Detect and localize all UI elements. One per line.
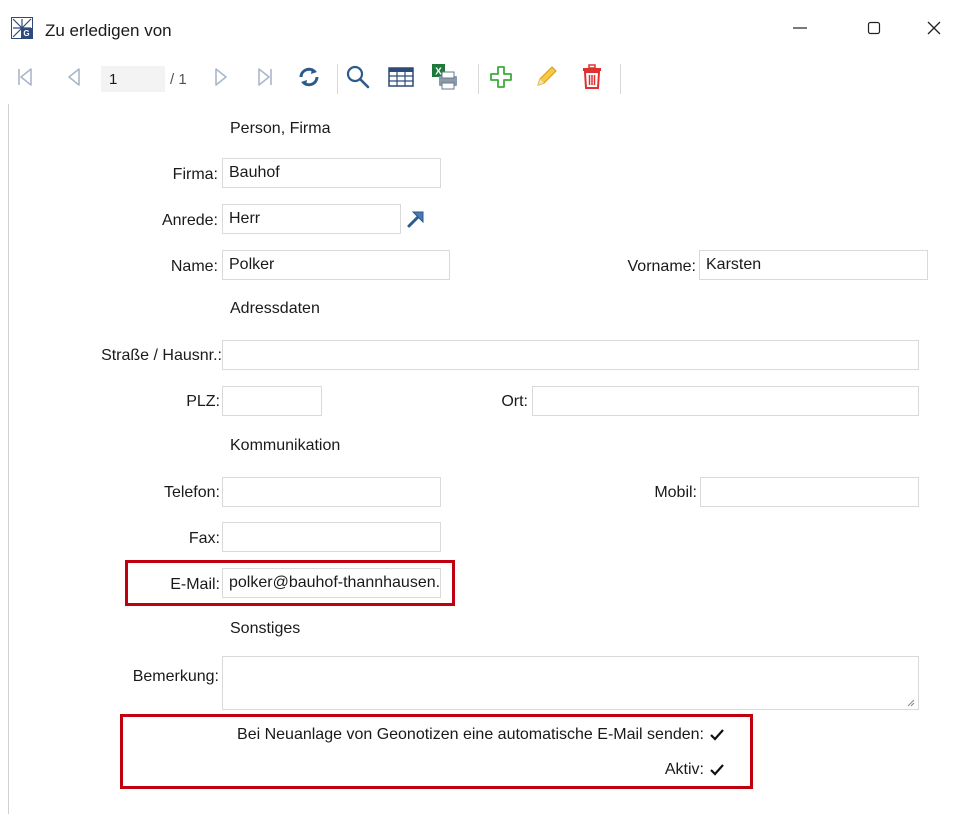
close-icon (927, 21, 941, 35)
refresh-icon (299, 67, 319, 87)
search-icon (346, 65, 370, 89)
toolbar-separator (337, 64, 338, 94)
prev-page-icon (68, 68, 80, 86)
add-button[interactable] (486, 62, 516, 92)
excel-export-button[interactable]: X (430, 62, 460, 92)
add-icon (490, 66, 512, 88)
delete-button[interactable] (577, 62, 607, 92)
aktiv-checkbox[interactable] (708, 761, 726, 779)
anrede-field[interactable] (222, 204, 401, 234)
toolbar: / 1 X (0, 54, 957, 102)
plz-field[interactable] (222, 386, 322, 416)
page-number-input[interactable] (101, 66, 165, 92)
toolbar-separator (478, 64, 479, 94)
checkmark-icon (710, 764, 724, 776)
maximize-button[interactable] (851, 8, 897, 48)
svg-text:X: X (435, 67, 442, 78)
fax-field[interactable] (222, 522, 441, 552)
window: G Zu erledigen von / 1 (0, 0, 957, 814)
last-page-button[interactable] (250, 62, 280, 92)
label-bemerkung: Bemerkung: (132, 668, 219, 685)
section-address: Adressdaten (230, 300, 320, 317)
refresh-button[interactable] (294, 62, 324, 92)
bemerkung-field[interactable] (222, 656, 919, 710)
open-link-arrow-icon[interactable] (404, 207, 428, 231)
label-firma: Firma: (172, 166, 218, 183)
delete-icon (583, 64, 601, 89)
resize-grip-icon[interactable] (905, 697, 915, 707)
name-field[interactable] (222, 250, 450, 280)
table-view-button[interactable] (386, 62, 416, 92)
page-total: / 1 (170, 71, 187, 88)
search-button[interactable] (343, 62, 373, 92)
firma-field[interactable] (222, 158, 441, 188)
label-ort: Ort: (501, 393, 528, 410)
label-email: E-Mail: (170, 576, 220, 593)
label-name: Name: (170, 258, 218, 275)
email-field[interactable] (222, 568, 441, 598)
svg-text:G: G (23, 29, 29, 38)
close-button[interactable] (911, 8, 957, 48)
label-vorname: Vorname: (627, 258, 696, 275)
maximize-icon (867, 21, 881, 35)
minimize-button[interactable] (777, 8, 823, 48)
title-bar: G Zu erledigen von (0, 0, 957, 52)
section-other: Sonstiges (230, 620, 301, 637)
telefon-field[interactable] (222, 477, 441, 507)
edit-button[interactable] (531, 62, 561, 92)
next-page-icon (215, 68, 227, 86)
label-plz: PLZ: (186, 393, 220, 410)
edit-icon (537, 66, 557, 86)
label-fax: Fax: (188, 530, 220, 547)
section-person: Person, Firma (230, 120, 331, 137)
next-page-button[interactable] (205, 62, 235, 92)
app-logo-icon: G (11, 17, 33, 39)
left-border (8, 104, 9, 814)
toolbar-separator (620, 64, 621, 94)
strasse-field[interactable] (222, 340, 919, 370)
section-communication: Kommunikation (230, 437, 341, 454)
checkmark-icon (710, 729, 724, 741)
excel-export-icon: X (432, 64, 457, 90)
label-telefon: Telefon: (163, 484, 220, 501)
prev-page-button[interactable] (60, 62, 90, 92)
label-auto-email: Bei Neuanlage von Geonotizen eine automa… (237, 726, 704, 743)
minimize-icon (793, 27, 807, 29)
label-mobil: Mobil: (654, 484, 697, 501)
table-icon (388, 67, 414, 87)
label-anrede: Anrede: (161, 212, 218, 229)
mobil-field[interactable] (700, 477, 919, 507)
label-aktiv: Aktiv: (664, 761, 704, 778)
auto-email-checkbox[interactable] (708, 726, 726, 744)
first-page-icon (18, 68, 32, 86)
window-title: Zu erledigen von (45, 21, 172, 40)
last-page-icon (258, 68, 272, 86)
first-page-button[interactable] (10, 62, 40, 92)
ort-field[interactable] (532, 386, 919, 416)
label-strasse: Straße / Hausnr.: (101, 347, 222, 364)
vorname-field[interactable] (699, 250, 928, 280)
